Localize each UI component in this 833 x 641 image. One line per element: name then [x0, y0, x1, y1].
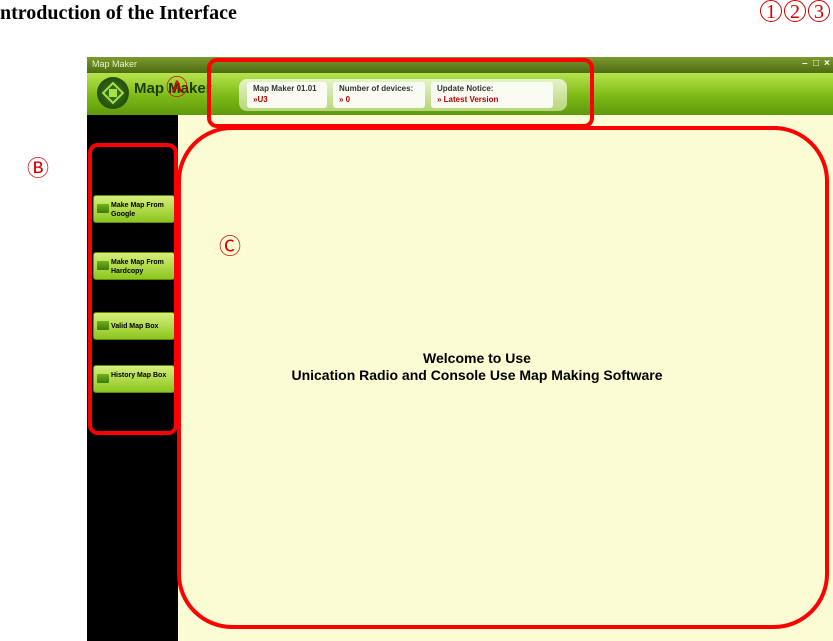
annotation-label-a: Ⓐ	[166, 76, 189, 101]
annotation-label-b: Ⓑ	[27, 157, 50, 182]
callout-number-1: 1	[760, 0, 782, 23]
annotation-box-b	[88, 143, 178, 435]
restore-icon[interactable]: □	[813, 58, 819, 69]
annotation-box-c	[177, 126, 829, 629]
minimize-icon[interactable]: –	[802, 58, 808, 69]
callout-number-3: 3	[808, 0, 830, 23]
callout-number-2: 2	[784, 0, 806, 23]
window-title: Map Maker	[92, 59, 138, 69]
annotation-label-c: Ⓒ	[219, 235, 242, 260]
document-heading: ntroduction of the Interface	[0, 2, 237, 24]
annotation-box-a	[207, 58, 594, 128]
app-logo-icon	[97, 77, 129, 109]
close-icon[interactable]: ×	[824, 58, 830, 69]
